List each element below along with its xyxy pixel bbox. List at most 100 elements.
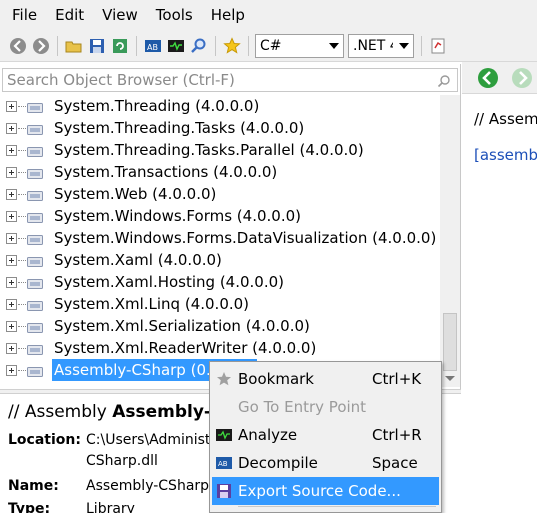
analyze-icon[interactable] [166,36,186,56]
tree-connector [18,282,26,283]
tree-item-label: System.Windows.Forms (4.0.0.0) [54,207,301,225]
tree-scrollbar-thumb[interactable] [443,313,457,371]
tree-row[interactable]: System.Xaml.Hosting (4.0.0.0) [0,271,440,293]
decompiled-code-view[interactable]: // Assembly Assembly-CSharp [assembly: A… [462,94,537,513]
bookmark-star-icon[interactable] [222,36,242,56]
info-location-key: Location: [8,432,81,448]
toolbar-separator [136,35,137,56]
search-input[interactable] [7,71,427,89]
tree-row[interactable]: System.Windows.Forms.DataVisualization (… [0,227,440,249]
assembly-icon [27,299,43,311]
tree-row[interactable]: System.Xaml (4.0.0.0) [0,249,440,271]
star-icon [216,371,232,387]
back-icon[interactable] [8,36,28,56]
forward-icon[interactable] [31,36,51,56]
tree-row[interactable]: System.Web (4.0.0.0) [0,183,440,205]
expand-plus-icon[interactable] [6,277,17,288]
search-icon[interactable] [437,74,451,92]
tree-connector [18,172,26,173]
expand-plus-icon[interactable] [6,101,17,112]
find-icon[interactable] [189,36,209,56]
framework-select-value: .NET 4 [353,37,393,54]
expand-plus-icon[interactable] [6,167,17,178]
expand-plus-icon[interactable] [6,299,17,310]
expand-plus-icon[interactable] [6,123,17,134]
menu-help[interactable]: Help [202,0,254,30]
tree-row[interactable]: System.Xml.ReaderWriter (4.0.0.0) [0,337,440,359]
assembly-icon [27,101,43,113]
menu-item-export-source-code[interactable]: Export Source Code... [212,477,439,505]
menu-item-label: Bookmark [238,370,314,388]
menu-file[interactable]: File [0,0,46,30]
toolbar-separator [248,35,249,56]
tree-row[interactable]: System.Transactions (4.0.0.0) [0,161,440,183]
language-select-value: C# [260,37,282,54]
save-icon [216,483,232,499]
tree-row[interactable]: System.Windows.Forms (4.0.0.0) [0,205,440,227]
expand-plus-icon[interactable] [6,255,17,266]
tree-row[interactable]: System.Threading.Tasks (4.0.0.0) [0,117,440,139]
toolbar-separator [215,35,216,56]
tree-connector [18,150,26,151]
expand-plus-icon[interactable] [6,343,17,354]
tree-item-label: System.Web (4.0.0.0) [54,185,217,203]
options-icon[interactable] [428,36,448,56]
tree-row[interactable]: System.Threading (4.0.0.0) [0,95,440,117]
expand-plus-icon[interactable] [6,145,17,156]
assembly-icon [27,145,43,157]
decompiler-toolbar [462,62,537,94]
tree-scrollbar[interactable] [440,95,460,387]
toolbar-separator [57,35,58,56]
tree-connector [18,370,26,371]
save-icon[interactable] [87,36,107,56]
tree-connector [18,304,26,305]
navigate-forward-icon[interactable] [511,66,535,90]
expand-plus-icon[interactable] [6,211,17,222]
assembly-icon [27,343,43,355]
assembly-icon [27,321,43,333]
menu-item-bookmark[interactable]: Bookmark Ctrl+K [212,365,439,393]
menu-bar: File Edit View Tools Help [0,0,537,30]
framework-select[interactable]: .NET 4 [348,33,414,58]
menu-item-shortcut: Space [372,454,418,472]
info-type-key: Type: [8,501,51,513]
menu-edit[interactable]: Edit [46,0,93,30]
tree-row[interactable]: System.Threading.Tasks.Parallel (4.0.0.0… [0,139,440,161]
svg-text:AB: AB [147,43,158,52]
info-heading-prefix: // Assembly [8,402,113,422]
refresh-icon[interactable] [110,36,130,56]
decompile-icon[interactable]: AB [143,36,163,56]
open-folder-icon[interactable] [64,36,84,56]
assembly-icon [27,189,43,201]
chevron-down-icon [329,42,339,49]
tree-item-label: System.Threading (4.0.0.0) [54,97,260,115]
expand-plus-icon[interactable] [6,365,17,376]
expand-plus-icon[interactable] [6,189,17,200]
menu-view[interactable]: View [93,0,147,30]
assembly-icon [27,123,43,135]
expand-plus-icon[interactable] [6,233,17,244]
svg-text:AB: AB [218,460,228,468]
tree-item-label: System.Xaml (4.0.0.0) [54,251,222,269]
menu-tools[interactable]: Tools [147,0,202,30]
tree-row[interactable]: System.Xml.Serialization (4.0.0.0) [0,315,440,337]
tree-connector [18,128,26,129]
menu-item-go-to-entry-point[interactable]: Go To Entry Point [212,393,439,421]
tree-item-label: System.Xaml.Hosting (4.0.0.0) [54,273,285,291]
tree-item-label: System.Transactions (4.0.0.0) [54,163,278,181]
scroll-down-arrow-icon[interactable] [445,376,455,381]
expand-plus-icon[interactable] [6,321,17,332]
tree-connector [18,260,26,261]
menu-item-label: Analyze [238,426,298,444]
code-attribute-line: [assembly: AssemblyVersion("0.0.0.0")] [474,146,537,164]
tree-row[interactable]: System.Xml.Linq (4.0.0.0) [0,293,440,315]
toolbar-separator [421,35,422,56]
navigate-back-icon[interactable] [476,66,500,90]
menu-item-analyze[interactable]: Analyze Ctrl+R [212,421,439,449]
info-location-value-2: CSharp.dll [86,453,158,469]
menu-item-label: Decompile [238,454,318,472]
language-select[interactable]: C# [255,33,344,58]
menu-separator [238,506,436,507]
tree-item-label: System.Windows.Forms.DataVisualization (… [54,229,437,247]
menu-item-decompile[interactable]: AB Decompile Space [212,449,439,477]
